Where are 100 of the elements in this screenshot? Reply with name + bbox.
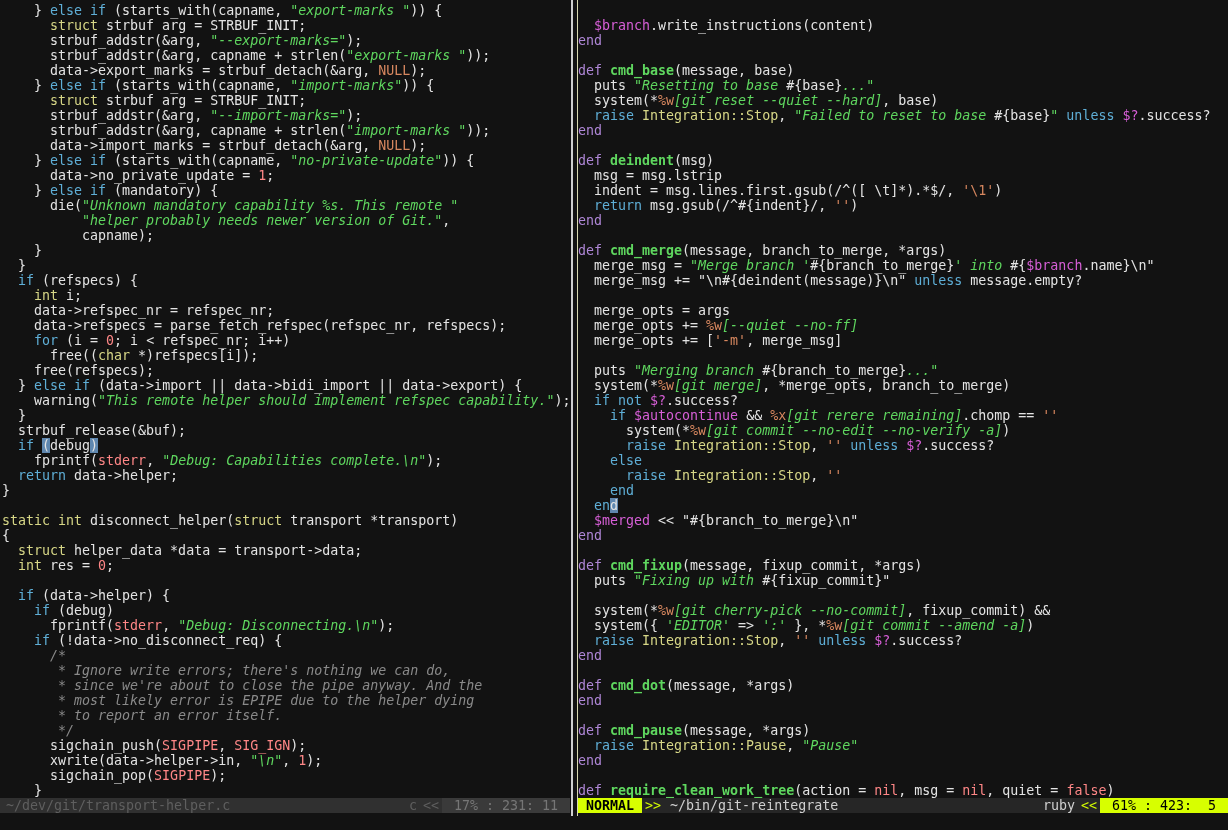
code-line: struct strbuf arg = STRBUF_INIT; xyxy=(49,18,307,33)
code-line: fprintf(stderr, "Debug: Capabilities complete.\n"); xyxy=(33,453,444,468)
code-line: } xyxy=(33,783,44,798)
code-line: if (data->helper) { xyxy=(17,588,172,603)
code-line: struct helper_data *data = transport->data; xyxy=(17,543,364,558)
code-line: } else if (starts_with(capname, "export-marks ")) { xyxy=(33,3,444,18)
code-line: sigchain_push(SIGPIPE, SIG_IGN); xyxy=(49,738,307,753)
code-line: strbuf_addstr(&arg, capname + strlen("import-marks ")); xyxy=(49,123,492,138)
code-line: free(refspecs); xyxy=(33,363,156,378)
code-line: if (debug) xyxy=(33,603,116,618)
code-line: die("Unknown mandatory capability %s. This remote " xyxy=(49,198,460,213)
cursor-position: 61% : 423: 5 xyxy=(1099,798,1228,813)
separator-arrows: << xyxy=(421,798,440,813)
code-line: merge_opts += %w[--quiet --no-ff] xyxy=(593,318,860,333)
code-line: data->export_marks = strbuf_detach(&arg, NULL); xyxy=(49,63,427,78)
code-line: data->import_marks = strbuf_detach(&arg, NULL); xyxy=(49,138,427,153)
code-line: system(*%w[git merge], *merge_opts, branch_to_merge) xyxy=(593,378,1012,393)
code-line: for (i = 0; i < refspec_nr; i++) xyxy=(33,333,291,348)
code-line: raise Integration::Stop, '' xyxy=(625,468,844,483)
code-line: $branch.write_instructions(content) xyxy=(593,18,876,33)
separator-arrows: << xyxy=(1079,798,1098,813)
code-line: } else if (starts_with(capname, "import-marks")) { xyxy=(33,78,436,93)
code-line: msg = msg.lstrip xyxy=(593,168,724,183)
code-line: * Ignore write errors; there's nothing we can do, xyxy=(57,663,452,678)
code-line: end xyxy=(578,693,604,708)
code-line: sigchain_pop(SIGPIPE); xyxy=(49,768,228,783)
code-line: fprintf(stderr, "Debug: Disconnecting.\n"); xyxy=(49,618,396,633)
code-line: merge_opts = args xyxy=(593,303,732,318)
code-line: data->refspec_nr = refspec_nr; xyxy=(33,303,275,318)
code-line: puts "Fixing up with #{fixup_commit}" xyxy=(593,573,892,588)
code-line: return data->helper; xyxy=(17,468,180,483)
code-line: end xyxy=(593,498,620,513)
file-path: ~/bin/git-reintegrate xyxy=(670,798,840,813)
code-line: end xyxy=(578,528,604,543)
code-line: end xyxy=(578,213,604,228)
code-line: * most likely error is EPIPE due to the helper dying xyxy=(57,693,476,708)
code-line: * to report an error itself. xyxy=(57,708,284,723)
code-line: } xyxy=(17,258,28,273)
code-line: system(*%w[git cherry-pick --no-commit], fixup_commit) && xyxy=(593,603,1052,618)
code-line: if not $?.success? xyxy=(593,393,740,408)
code-line: return msg.gsub(/^#{indent}/, '') xyxy=(593,198,860,213)
code-line: if (!data->no_disconnect_req) { xyxy=(33,633,284,648)
code-line: strbuf_addstr(&arg, "--export-marks="); xyxy=(49,33,363,48)
code-line: def require_clean_work_tree(action = nil, msg = nil, quiet = false) xyxy=(578,783,1116,798)
code-line: strbuf_release(&buf); xyxy=(17,423,188,438)
code-line: merge_msg += "\n#{deindent(message)}\n" unless message.empty? xyxy=(593,273,1084,288)
code-line: def cmd_fixup(message, fixup_commit, *args) xyxy=(578,558,924,573)
code-line: system(*%w[git commit --no-edit --no-verify -a]) xyxy=(625,423,1012,438)
code-line: system(*%w[git reset --quiet --hard], base) xyxy=(593,93,940,108)
code-line: } xyxy=(33,243,44,258)
code-line: xwrite(data->helper->in, "\n", 1); xyxy=(49,753,324,768)
code-line: { xyxy=(2,528,11,543)
code-line: } xyxy=(2,483,11,498)
code-line: /* xyxy=(49,648,67,663)
code-line: data->refspecs = parse_fetch_refspec(refspec_nr, refspecs); xyxy=(33,318,508,333)
code-line: } else if (data->import || data->bidi_import || data->export) { xyxy=(17,378,523,393)
code-line: raise Integration::Stop, "Failed to reset to base #{base}" unless $?.success? xyxy=(593,108,1212,123)
code-line: free((char *)refspecs[i]); xyxy=(49,348,260,363)
code-line: warning("This remote helper should implement refspec capability."); xyxy=(33,393,570,408)
code-line: end xyxy=(578,753,604,768)
code-line: puts "Merging branch #{branch_to_merge}..." xyxy=(593,363,939,378)
code-line: system({ 'EDITOR' => ':' }, *%w[git commit --amend -a]) xyxy=(593,618,1036,633)
separator-arrows: >> xyxy=(645,798,662,813)
code-line: end xyxy=(578,648,604,663)
code-line: raise Integration::Stop, '' unless $?.success? xyxy=(625,438,996,453)
code-line: def cmd_base(message, base) xyxy=(578,63,796,78)
code-line: raise Integration::Stop, '' unless $?.success? xyxy=(593,633,964,648)
code-line: def cmd_merge(message, branch_to_merge, *args) xyxy=(578,243,947,258)
code-line: else xyxy=(609,453,644,468)
code-line: end xyxy=(578,123,604,138)
mode-indicator: NORMAL xyxy=(578,798,643,813)
code-line: def deindent(msg) xyxy=(578,153,716,168)
code-line: def cmd_dot(message, *args) xyxy=(578,678,796,693)
code-line: * since we're about to close the pipe anyway. And the xyxy=(57,678,484,693)
code-line: strbuf_addstr(&arg, "--import-marks="); xyxy=(49,108,363,123)
code-line: end xyxy=(609,483,636,498)
code-line: strbuf_addstr(&arg, capname + strlen("export-marks ")); xyxy=(49,48,492,63)
code-line: if $autocontinue && %x[git rerere remaining].chomp == '' xyxy=(609,408,1060,423)
code-line: end xyxy=(578,33,604,48)
code-line: int i; xyxy=(33,288,84,303)
code-line: struct strbuf arg = STRBUF_INIT; xyxy=(49,93,307,108)
code-line: } else if (starts_with(capname, "no-private-update")) { xyxy=(33,153,476,168)
code-line: int res = 0; xyxy=(17,558,115,573)
code-line: */ xyxy=(57,723,76,738)
code-line: if (refspecs) { xyxy=(17,273,140,288)
code-line: capname); xyxy=(81,228,156,243)
cursor-position: 17% : 231: 11 xyxy=(441,798,570,813)
code-line: def cmd_pause(message, *args) xyxy=(578,723,812,738)
code-line: } xyxy=(17,408,28,423)
code-line: static int disconnect_helper(struct transport *transport) xyxy=(2,513,460,528)
code-line: indent = msg.lines.first.gsub(/^([ \t]*).*$/, '\1') xyxy=(593,183,1004,198)
code-line: data->no_private_update = 1; xyxy=(49,168,275,183)
code-line: merge_msg = "Merge branch '#{branch_to_merge}' into #{$branch.name}\n" xyxy=(593,258,1156,273)
code-line: puts "Resetting to base #{base}..." xyxy=(593,78,876,93)
code-line: } else if (mandatory) { xyxy=(33,183,219,198)
code-line: merge_opts += ['-m', merge_msg] xyxy=(593,333,844,348)
code-line: $merged << "#{branch_to_merge}\n" xyxy=(593,513,860,528)
code-line: "helper probably needs newer version of Git.", xyxy=(81,213,452,228)
file-type: ruby xyxy=(1041,798,1076,813)
code-line: raise Integration::Pause, "Pause" xyxy=(593,738,860,753)
